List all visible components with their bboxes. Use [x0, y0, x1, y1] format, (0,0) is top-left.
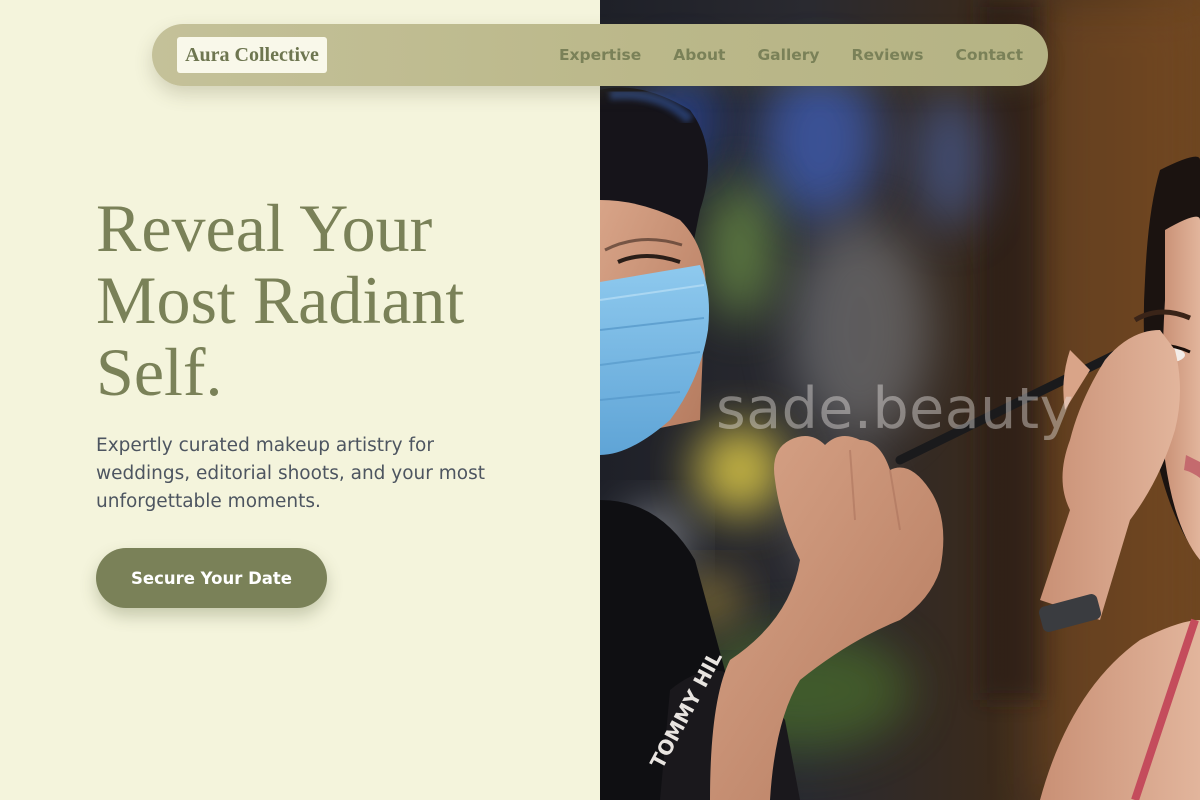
hero-title-line-1: Reveal Your: [96, 190, 433, 266]
top-navbar: Aura Collective Expertise About Gallery …: [152, 24, 1048, 86]
nav-link-gallery[interactable]: Gallery: [757, 46, 819, 64]
hero-title-line-3: Self.: [96, 334, 223, 410]
hero-photo: TOMMY HIL sade.beauty: [600, 0, 1200, 800]
nav-link-expertise[interactable]: Expertise: [559, 46, 641, 64]
hero-title: Reveal Your Most Radiant Self.: [96, 192, 566, 408]
hero-subtitle: Expertly curated makeup artistry for wed…: [96, 435, 485, 512]
hero-title-line-2: Most Radiant: [96, 262, 465, 338]
nav-links: Expertise About Gallery Reviews Contact: [559, 24, 1023, 86]
nav-link-reviews[interactable]: Reviews: [852, 46, 924, 64]
secure-date-button[interactable]: Secure Your Date: [96, 548, 327, 608]
nav-link-about[interactable]: About: [673, 46, 725, 64]
photo-watermark: sade.beauty: [716, 376, 1074, 442]
brand-logo[interactable]: Aura Collective: [177, 37, 327, 73]
hero-section: Reveal Your Most Radiant Self. Expertly …: [0, 0, 600, 800]
nav-link-contact[interactable]: Contact: [955, 46, 1023, 64]
